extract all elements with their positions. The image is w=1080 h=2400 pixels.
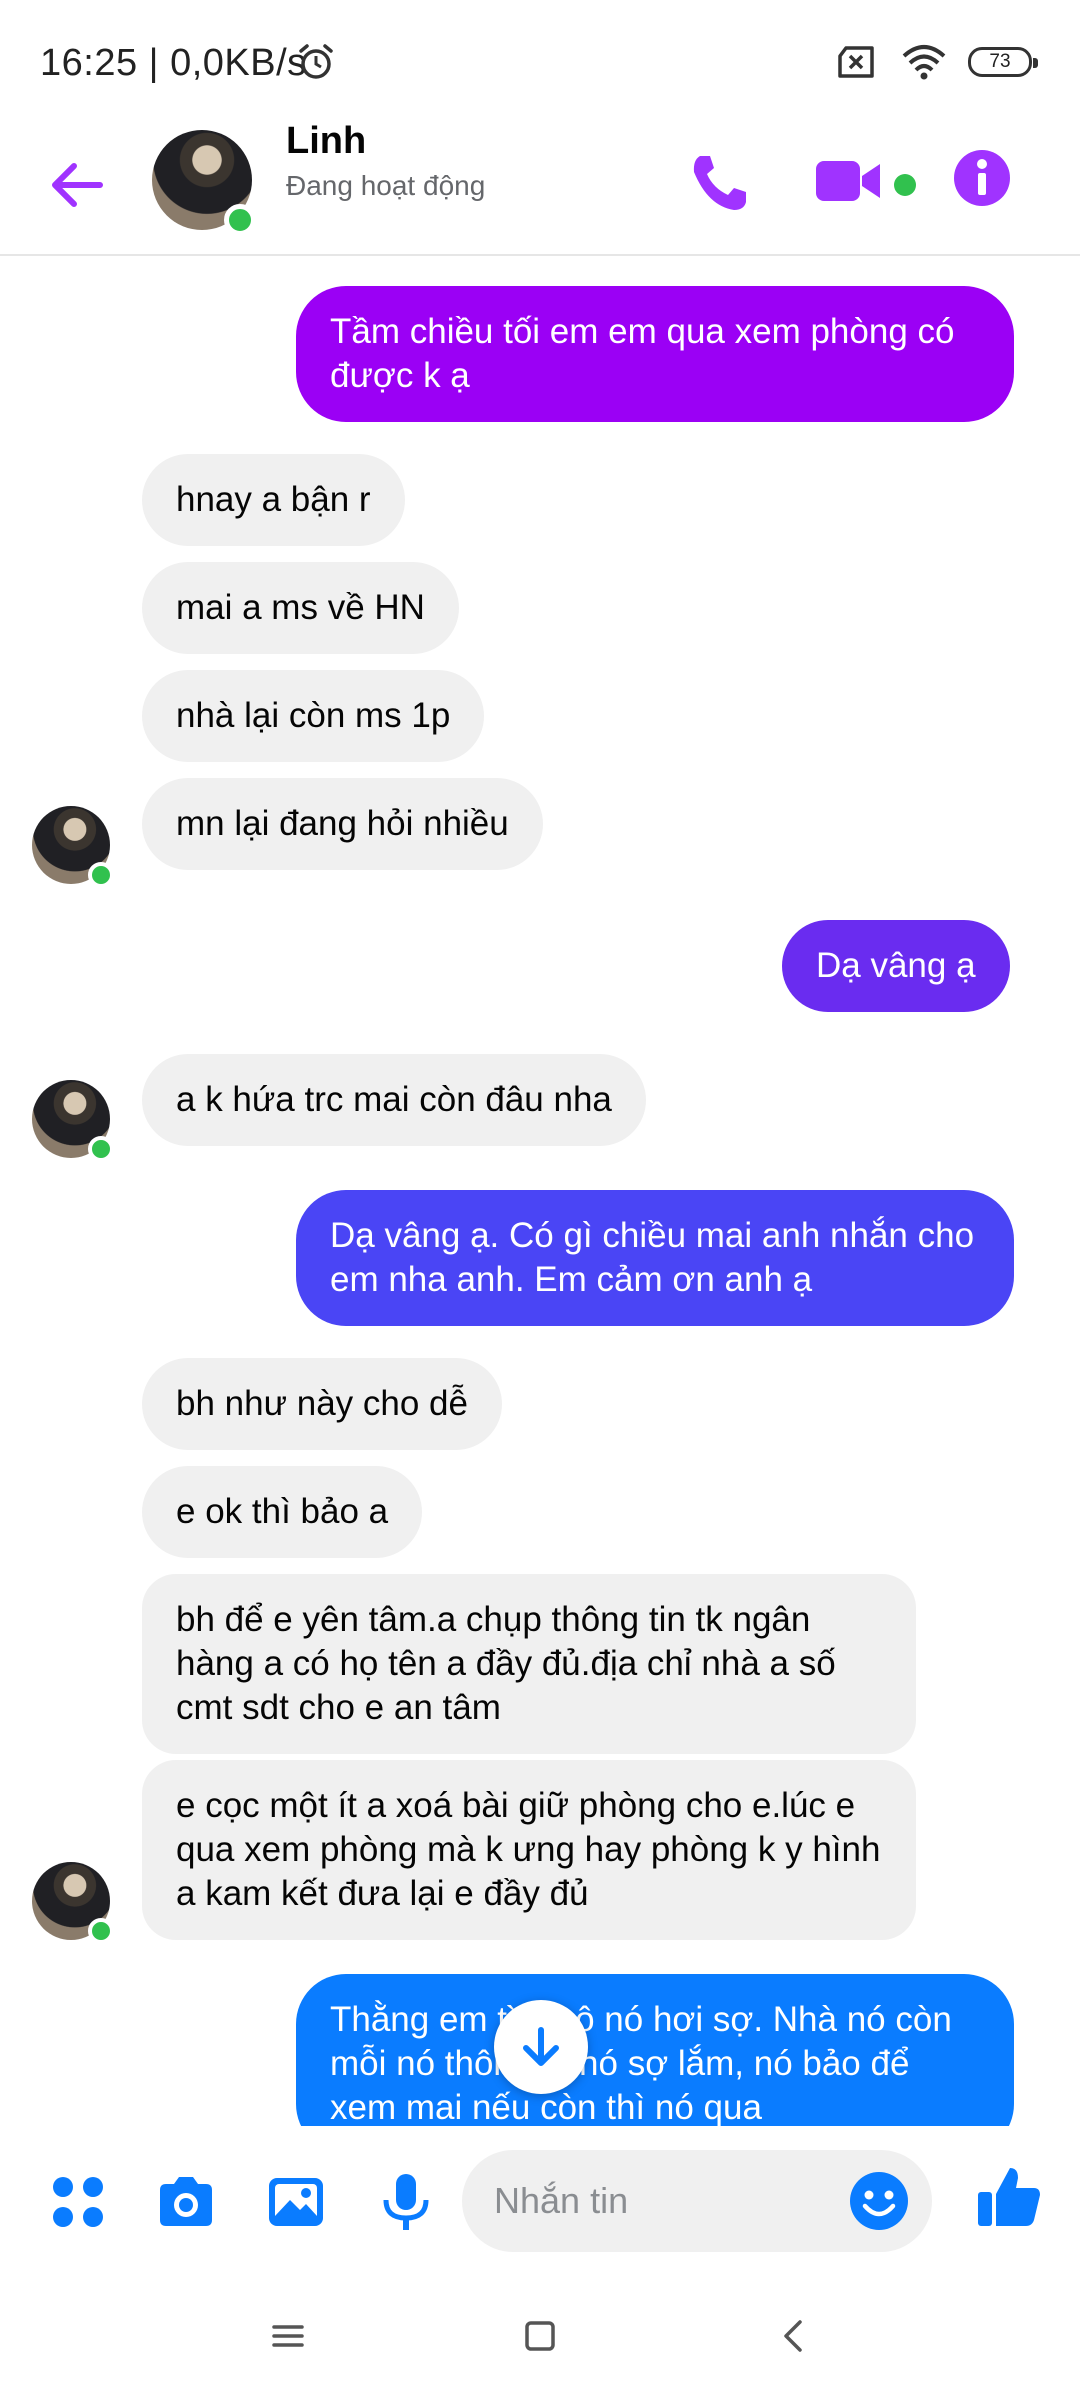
online-indicator xyxy=(224,204,256,236)
message-incoming[interactable]: a k hứa trc mai còn đâu nha xyxy=(142,1054,646,1146)
message-outgoing[interactable]: Tầm chiều tối em em qua xem phòng có đượ… xyxy=(296,286,1014,422)
thumbs-up-icon[interactable] xyxy=(974,2162,1044,2232)
message-incoming[interactable]: e cọc một ít a xoá bài giữ phòng cho e.l… xyxy=(142,1760,916,1940)
scroll-to-bottom-button[interactable] xyxy=(494,2000,588,2094)
composer-bar xyxy=(0,2126,1080,2276)
online-indicator xyxy=(88,1136,114,1162)
message-thread[interactable]: Tầm chiều tối em em qua xem phòng có đượ… xyxy=(0,256,1080,2126)
message-incoming[interactable]: bh như này cho dễ xyxy=(142,1358,502,1450)
back-icon[interactable] xyxy=(764,2306,824,2366)
wifi-icon xyxy=(902,45,946,80)
sender-avatar[interactable] xyxy=(32,806,114,888)
message-incoming[interactable]: mai a ms về HN xyxy=(142,562,459,654)
microphone-icon[interactable] xyxy=(374,2170,438,2234)
online-indicator xyxy=(88,862,114,888)
status-bar: 16:25 | 0,0KB/s 73 xyxy=(0,0,1080,130)
message-outgoing[interactable]: Dạ vâng ạ xyxy=(782,920,1010,1012)
online-indicator xyxy=(88,1918,114,1944)
back-arrow-icon[interactable] xyxy=(44,152,110,218)
no-sim-icon xyxy=(838,46,874,78)
video-camera-icon[interactable] xyxy=(814,156,884,206)
message-outgoing[interactable]: Thằng em tìm hộ nó hơi sợ. Nhà nó còn mỗ… xyxy=(296,1974,1014,2126)
contact-avatar[interactable] xyxy=(152,130,256,236)
message-outgoing[interactable]: Dạ vâng ạ. Có gì chiều mai anh nhắn cho … xyxy=(296,1190,1014,1326)
sender-avatar[interactable] xyxy=(32,1862,114,1944)
camera-icon[interactable] xyxy=(154,2170,218,2234)
phone-icon[interactable] xyxy=(686,150,752,216)
battery-indicator: 73 xyxy=(968,47,1038,77)
apps-icon[interactable] xyxy=(46,2170,110,2234)
message-incoming[interactable]: mn lại đang hỏi nhiều xyxy=(142,778,543,870)
chat-header: Linh Đang hoạt động xyxy=(0,120,1080,256)
message-input[interactable] xyxy=(494,2150,814,2252)
status-time: 16:25 | 0,0KB/s xyxy=(40,42,307,84)
message-incoming[interactable]: e ok thì bảo a xyxy=(142,1466,423,1558)
message-incoming[interactable]: nhà lại còn ms 1p xyxy=(142,670,485,762)
message-incoming[interactable]: hnay a bận r xyxy=(142,454,405,546)
message-incoming[interactable]: bh để e yên tâm.a chụp thông tin tk ngân… xyxy=(142,1574,916,1754)
arrow-down-icon xyxy=(523,2027,559,2066)
image-icon[interactable] xyxy=(264,2170,328,2234)
alarm-icon xyxy=(299,44,333,79)
menu-icon[interactable] xyxy=(258,2306,318,2366)
active-call-dot xyxy=(894,174,916,196)
contact-status: Đang hoạt động xyxy=(286,170,486,201)
emoji-icon[interactable] xyxy=(848,2170,910,2232)
contact-name[interactable]: Linh xyxy=(286,120,366,163)
sender-avatar[interactable] xyxy=(32,1080,114,1162)
home-icon[interactable] xyxy=(510,2306,570,2366)
info-icon[interactable] xyxy=(952,148,1012,208)
system-nav-bar xyxy=(0,2276,1080,2400)
message-input-container xyxy=(462,2150,932,2252)
